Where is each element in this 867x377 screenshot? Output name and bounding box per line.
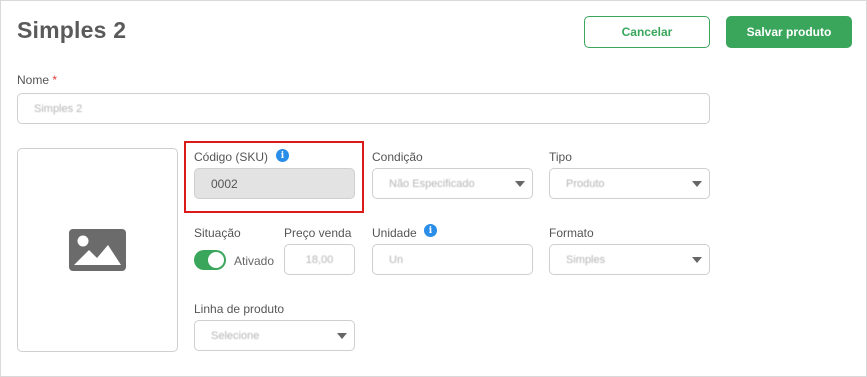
- nome-label-text: Nome: [17, 73, 50, 87]
- nome-value: Simples 2: [34, 102, 83, 115]
- unidade-label: Unidade: [372, 226, 417, 240]
- unidade-input[interactable]: Un: [372, 244, 533, 275]
- condicao-label: Condição: [372, 150, 423, 164]
- required-mark: *: [52, 73, 58, 87]
- linha-value: Selecione: [211, 329, 260, 342]
- formato-label: Formato: [549, 226, 594, 240]
- unidade-placeholder: Un: [389, 253, 404, 266]
- chevron-down-icon: [692, 257, 702, 263]
- preco-input[interactable]: 18,00: [284, 244, 355, 275]
- save-product-button[interactable]: Salvar produto: [726, 16, 852, 48]
- product-image-upload[interactable]: [17, 148, 178, 352]
- situacao-label: Situação: [194, 226, 241, 240]
- chevron-down-icon: [515, 181, 525, 187]
- linha-produto-select[interactable]: Selecione: [194, 320, 355, 351]
- nome-input[interactable]: Simples 2: [17, 93, 710, 124]
- tipo-value: Produto: [566, 177, 605, 190]
- condicao-value: Não Especificado: [389, 177, 475, 190]
- highlight-box: [184, 141, 364, 213]
- cancel-button[interactable]: Cancelar: [584, 16, 710, 48]
- formato-select[interactable]: Simples: [549, 244, 710, 275]
- tipo-label: Tipo: [549, 150, 572, 164]
- condicao-select[interactable]: Não Especificado: [372, 168, 533, 199]
- preco-value: 18,00: [305, 253, 334, 266]
- situacao-toggle[interactable]: [194, 250, 226, 270]
- image-icon: [69, 229, 126, 271]
- preco-label: Preço venda: [284, 226, 352, 240]
- page-title: Simples 2: [17, 17, 127, 43]
- chevron-down-icon: [692, 181, 702, 187]
- info-icon[interactable]: i: [424, 224, 437, 237]
- formato-value: Simples: [566, 253, 606, 266]
- situacao-toggle-label: Ativado: [234, 254, 275, 268]
- chevron-down-icon: [337, 333, 347, 339]
- tipo-select[interactable]: Produto: [549, 168, 710, 199]
- linha-label: Linha de produto: [194, 302, 285, 316]
- nome-label: Nome *: [17, 73, 57, 87]
- toggle-knob: [208, 252, 224, 268]
